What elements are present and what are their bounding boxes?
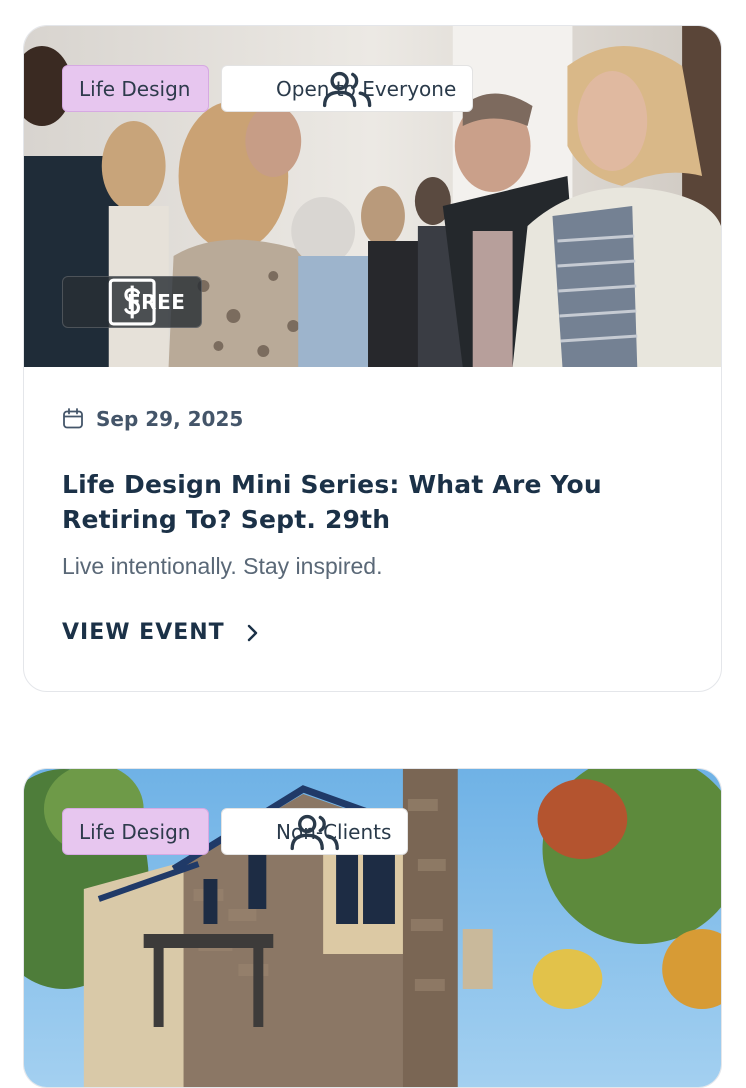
event-hero-image[interactable]: Life Design Non-Clients	[24, 769, 721, 1087]
category-tag: Life Design	[62, 65, 210, 112]
people-icon	[236, 71, 372, 108]
event-card[interactable]: Life Design Open to Everyone FREE Sep 29…	[23, 25, 722, 692]
audience-tag: Non-Clients	[221, 808, 409, 855]
category-label: Life Design	[79, 819, 191, 844]
event-card[interactable]: Life Design Non-Clients	[23, 768, 722, 1088]
view-event-link[interactable]: VIEW EVENT	[62, 620, 263, 645]
event-hero-image[interactable]: Life Design Open to Everyone FREE	[24, 26, 721, 367]
audience-tag: Open to Everyone	[221, 65, 474, 112]
event-subtitle: Live intentionally. Stay inspired.	[62, 553, 383, 579]
people-icon	[236, 814, 339, 851]
category-tag: Life Design	[62, 808, 210, 855]
category-label: Life Design	[79, 76, 191, 101]
calendar-icon	[62, 408, 84, 430]
event-date-text: Sep 29, 2025	[96, 407, 244, 431]
event-date: Sep 29, 2025	[62, 407, 683, 431]
view-event-label: VIEW EVENT	[62, 620, 225, 645]
event-title[interactable]: Life Design Mini Series: What Are You Re…	[62, 467, 683, 537]
chevron-right-icon	[243, 622, 263, 644]
dollar-icon	[79, 278, 156, 326]
price-badge: FREE	[62, 276, 203, 328]
